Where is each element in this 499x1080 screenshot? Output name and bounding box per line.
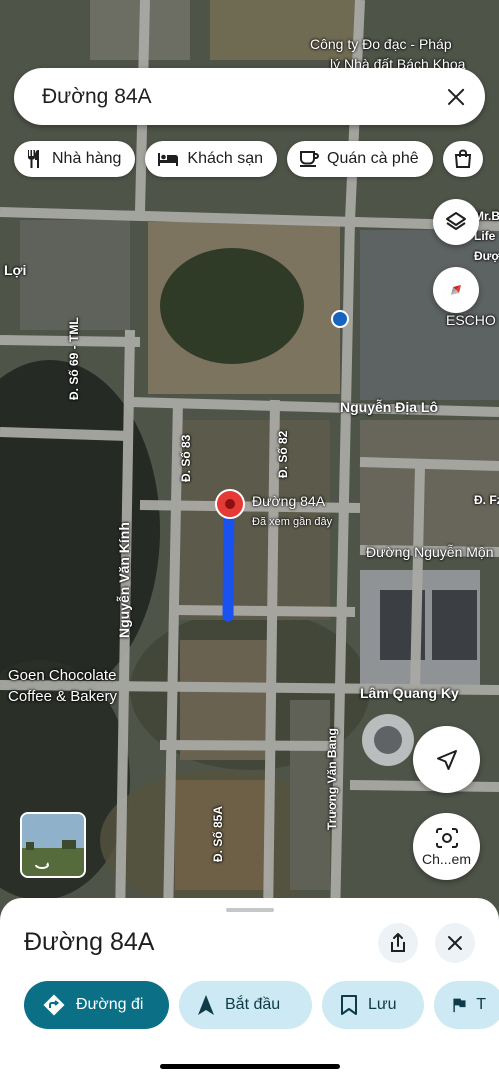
compass-icon: [451, 285, 461, 295]
poi-label-goen-line2[interactable]: Coffee & Bakery: [8, 688, 117, 706]
place-bottom-sheet[interactable]: Đường 84A Đường đi Bắt đầu Lưu T: [0, 898, 499, 1080]
action-label: Đường đi: [76, 996, 144, 1013]
location-arrow-icon: [436, 749, 457, 770]
search-bar[interactable]: Đường 84A: [14, 68, 485, 125]
layers-icon: [446, 212, 466, 230]
map-label-duong-84a[interactable]: Đường 84A: [252, 493, 325, 509]
home-indicator[interactable]: [160, 1064, 340, 1069]
search-query[interactable]: Đường 84A: [42, 85, 445, 109]
street-view-thumbnail[interactable]: [20, 812, 86, 878]
street-label-so69: Đ. Số 69 - TML: [67, 317, 81, 400]
layers-button[interactable]: [433, 199, 479, 245]
street-label-so83: Đ. Số 83: [179, 434, 193, 482]
street-label-nguyen-van-kinh: Nguyễn Văn Kính: [116, 522, 132, 638]
chip-label: Quán cà phê: [327, 150, 419, 167]
shopping-icon: [454, 149, 471, 168]
street-label-lam-quang-ky: Lâm Quang Ky: [360, 685, 459, 701]
location-pin-icon[interactable]: [214, 488, 246, 524]
directions-button[interactable]: Đường đi: [24, 981, 169, 1029]
label-button[interactable]: T: [434, 981, 499, 1029]
map-label-loi: Lợi: [4, 262, 27, 278]
start-button[interactable]: Bắt đầu: [179, 981, 312, 1029]
close-icon: [448, 936, 462, 950]
map-label-escho[interactable]: ESCHO: [446, 312, 496, 328]
street-label-so85a: Đ. Số 85A: [211, 805, 225, 862]
chip-shopping[interactable]: [442, 141, 483, 177]
map-label-viewed: Đã xem gần đây: [252, 516, 333, 528]
category-chips: Nhà hàng Khách sạn Quán cà phê: [14, 141, 483, 177]
street-label-truong-van-bang: Trương Văn Bang: [325, 728, 339, 830]
place-title: Đường 84A: [24, 928, 155, 956]
hotel-icon: [158, 153, 179, 166]
action-label: T: [476, 996, 486, 1013]
poi-label-goen[interactable]: Goen Chocolate: [8, 667, 116, 685]
restaurant-icon: [28, 150, 39, 168]
lens-button[interactable]: Ch...em: [413, 813, 480, 880]
compass-button[interactable]: [433, 267, 479, 313]
navigation-arrow-icon: [198, 995, 214, 1015]
route-line: [222, 502, 235, 622]
close-sheet-button[interactable]: [435, 923, 475, 963]
flag-icon: [453, 998, 466, 1013]
chip-hotels[interactable]: Khách sạn: [145, 141, 277, 177]
street-label-dfz: Đ. Fz: [474, 493, 499, 507]
my-location-button[interactable]: [413, 726, 480, 793]
chip-label: Khách sạn: [187, 150, 263, 167]
clear-search-icon[interactable]: [445, 86, 467, 108]
map-label-duoc[interactable]: Được: [474, 248, 499, 264]
camera-search-icon: [435, 827, 458, 848]
action-buttons: Đường đi Bắt đầu Lưu T: [24, 981, 499, 1029]
save-button[interactable]: Lưu: [322, 981, 424, 1029]
map-view[interactable]: Công ty Đo đạc - Pháp lý Nhà đất Bách Kh…: [0, 0, 499, 920]
sheet-drag-handle[interactable]: [226, 908, 274, 912]
directions-icon: [43, 994, 65, 1016]
action-label: Lưu: [368, 996, 397, 1013]
chip-label: Nhà hàng: [52, 150, 122, 167]
bookmark-icon: [341, 995, 357, 1015]
street-label-nguyen-mon: Đường Nguyễn Mộn: [366, 544, 494, 560]
chip-cafes[interactable]: Quán cà phê: [287, 141, 433, 177]
chip-restaurants[interactable]: Nhà hàng: [14, 141, 136, 177]
map-label-company[interactable]: Công ty Đo đạc - Pháp: [310, 36, 452, 52]
action-label: Bắt đầu: [225, 996, 281, 1013]
street-view-image: [22, 814, 84, 876]
cafe-icon: [300, 151, 319, 167]
street-label-nguyen-dia-lo: Nguyễn Địa Lô: [340, 399, 439, 415]
share-button[interactable]: [378, 923, 418, 963]
lens-label: Ch...em: [421, 850, 471, 867]
street-label-so82: Đ. Số 82: [276, 430, 290, 478]
share-icon: [391, 933, 405, 952]
